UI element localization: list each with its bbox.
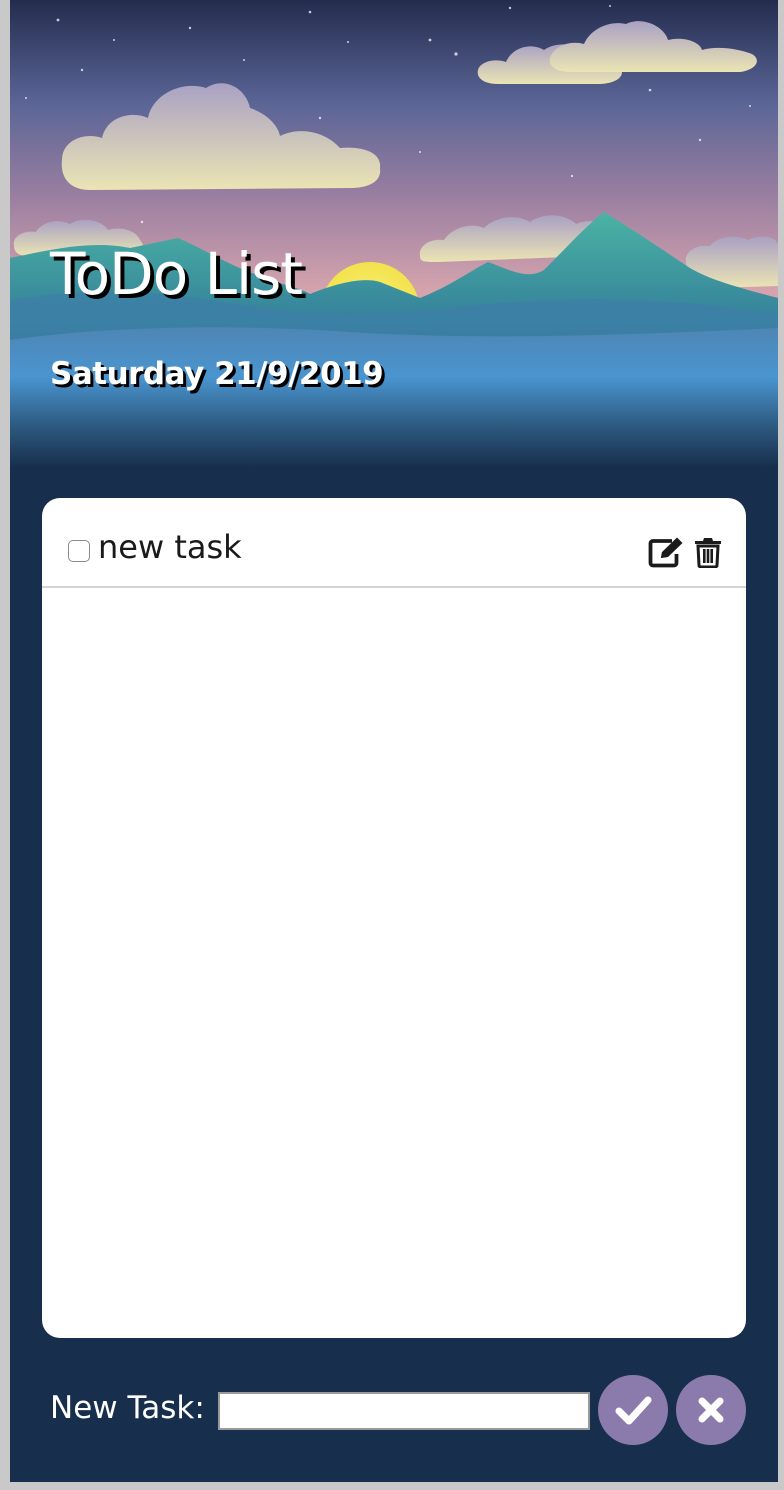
task-item: new task	[42, 498, 746, 588]
current-date: Saturday 21/9/2019	[50, 356, 384, 392]
cancel-button[interactable]	[676, 1375, 746, 1445]
header-banner: ToDo List Saturday 21/9/2019	[10, 0, 778, 468]
confirm-button[interactable]	[598, 1375, 668, 1445]
new-task-bar: New Task:	[10, 1370, 778, 1450]
todo-app: ToDo List Saturday 21/9/2019 new task Ne…	[10, 0, 778, 1482]
task-checkbox[interactable]	[68, 540, 90, 562]
check-icon	[615, 1396, 652, 1425]
task-text: new task	[98, 528, 242, 566]
task-list-card: new task	[42, 498, 746, 1338]
close-icon	[698, 1397, 724, 1423]
new-task-label: New Task:	[50, 1390, 205, 1426]
new-task-input[interactable]	[218, 1392, 590, 1430]
edit-icon[interactable]	[648, 536, 684, 572]
page-title: ToDo List	[50, 240, 303, 308]
landscape-illustration	[10, 0, 778, 468]
trash-icon[interactable]	[694, 536, 722, 572]
